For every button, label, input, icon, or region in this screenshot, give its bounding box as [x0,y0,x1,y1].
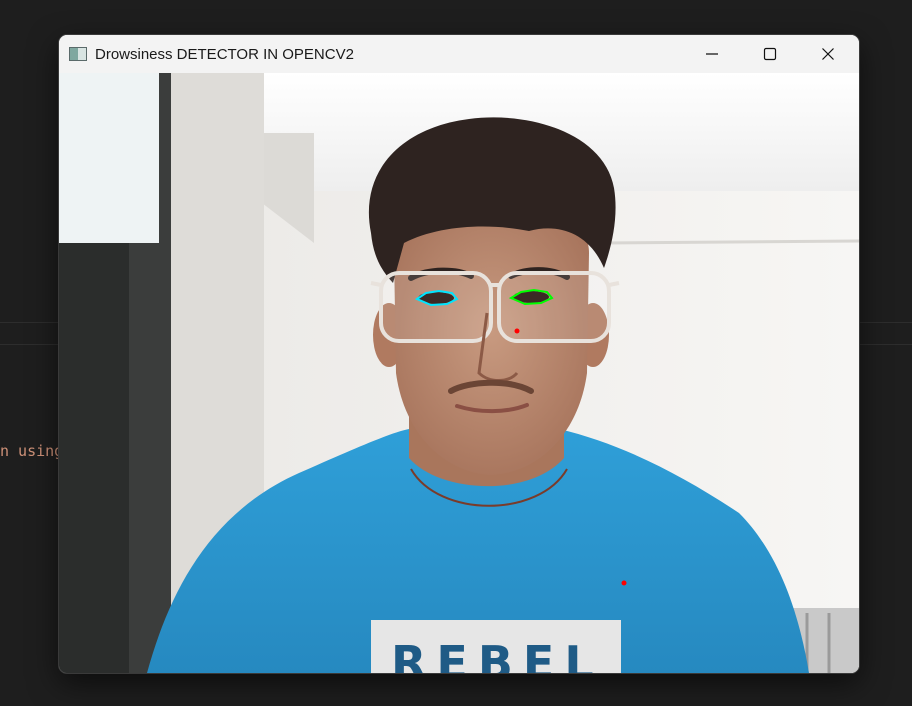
person-face [394,213,589,475]
maximize-icon [763,47,777,61]
tracking-marker [514,328,520,334]
glasses-left-lens [379,271,493,343]
door-panel [59,243,129,673]
close-icon [822,48,834,60]
tracking-marker [621,580,627,586]
door-glass [59,73,159,243]
opencv-window-icon [69,47,87,61]
window-titlebar[interactable]: Drowsiness DETECTOR IN OPENCV2 [59,35,859,73]
webcam-scene: REBEL [59,73,859,673]
minimize-icon [706,53,718,55]
minimize-button[interactable] [683,35,741,73]
close-button[interactable] [799,35,857,73]
window-title: Drowsiness DETECTOR IN OPENCV2 [95,45,354,63]
webcam-frame: REBEL [59,73,859,673]
shirt-text: REBEL [391,636,604,673]
editor-code-fragment: n using [0,442,64,460]
wall-edge-line [603,239,859,245]
opencv-window[interactable]: Drowsiness DETECTOR IN OPENCV2 REBEL [59,35,859,673]
maximize-button[interactable] [741,35,799,73]
